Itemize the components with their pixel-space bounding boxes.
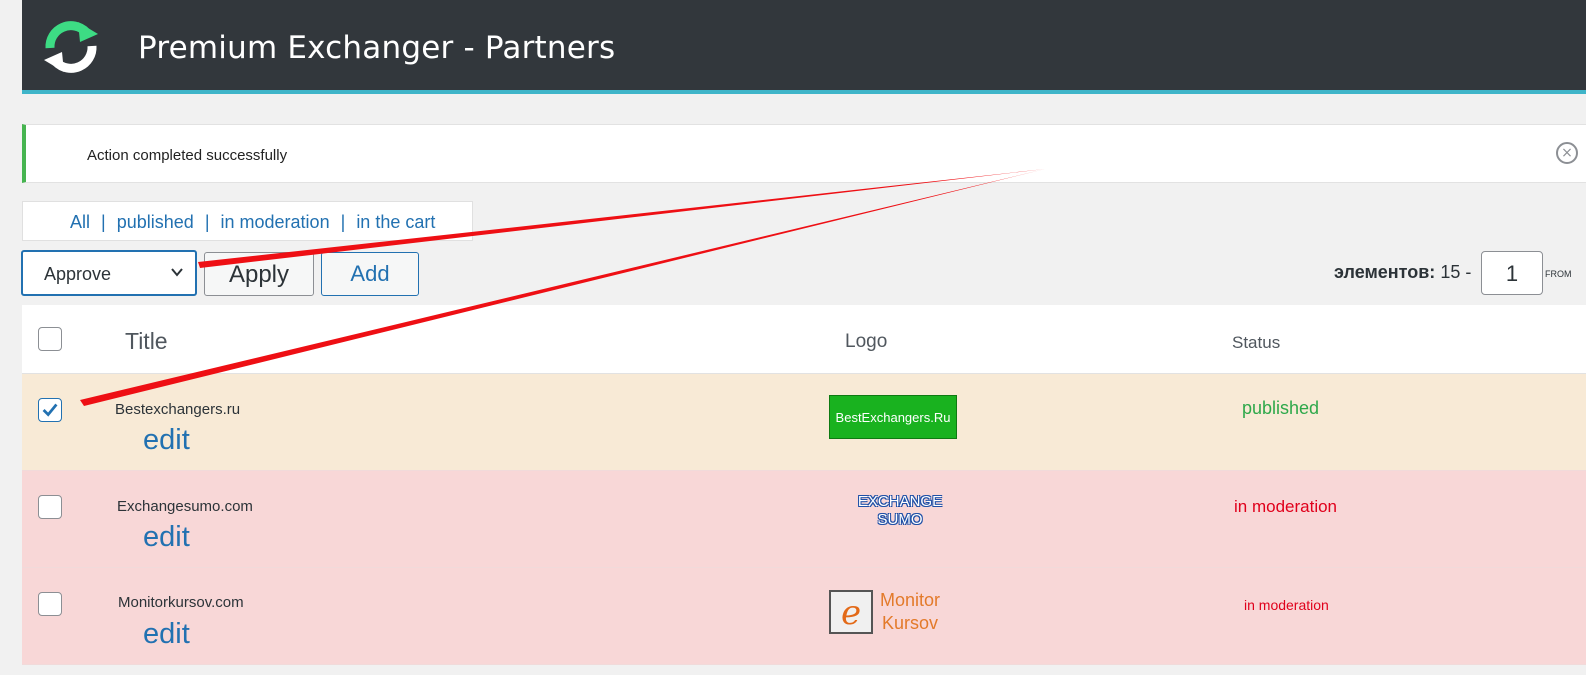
edit-link[interactable]: edit	[143, 618, 190, 651]
column-title[interactable]: Title	[125, 328, 168, 355]
row-title: Exchangesumo.com	[117, 498, 253, 515]
admin-header: Premium Exchanger - Partners	[22, 0, 1586, 94]
svg-text:e: e	[841, 593, 861, 633]
column-logo: Logo	[845, 331, 888, 352]
row-checkbox[interactable]	[38, 495, 62, 519]
partner-logo: EXCHANGE SUMO	[844, 493, 956, 537]
apply-button[interactable]: Apply	[204, 252, 314, 296]
table-row: Monitorkursov.com edit e Monitor Kursov …	[22, 568, 1586, 665]
partner-logo: e Monitor Kursov	[829, 588, 947, 638]
partners-table: Title Logo Status Bestexchangers.ru edit…	[22, 305, 1586, 665]
row-checkbox[interactable]	[38, 398, 62, 422]
select-all-checkbox[interactable]	[38, 327, 62, 351]
separator: |	[101, 212, 106, 232]
filter-all-link[interactable]: All	[70, 212, 90, 232]
success-notice: Action completed successfully ×	[22, 124, 1586, 183]
status-badge: in moderation	[1234, 497, 1338, 516]
separator: |	[204, 212, 210, 232]
filter-moderation-link[interactable]: in moderation	[221, 212, 330, 232]
row-title: Bestexchangers.ru	[115, 401, 241, 418]
status-filter-links: All | published | in moderation | in the…	[22, 201, 473, 241]
partner-logo: BestExchangers.Ru	[829, 395, 957, 439]
items-count-value: 15 -	[1440, 262, 1472, 282]
table-header: Title Logo Status	[22, 305, 1586, 374]
items-count-label: элементов:	[1334, 262, 1436, 282]
status-badge: in moderation	[1244, 597, 1329, 613]
table-row: Bestexchangers.ru edit BestExchangers.Ru…	[22, 374, 1586, 471]
edit-link[interactable]: edit	[143, 424, 190, 457]
column-status: Status	[1232, 333, 1281, 352]
row-title: Monitorkursov.com	[118, 594, 244, 611]
logo-line: EXCHANGE	[857, 493, 943, 510]
e-logo-icon: e	[829, 590, 873, 634]
notice-message: Action completed successfully	[87, 147, 288, 164]
checkmark-icon	[42, 403, 58, 417]
current-page-input[interactable]: 1	[1481, 251, 1543, 295]
page-title: Premium Exchanger - Partners	[138, 30, 616, 66]
logo-line: SUMO	[877, 511, 923, 528]
status-badge: published	[1242, 398, 1320, 418]
table-row: Exchangesumo.com edit EXCHANGE SUMO in m…	[22, 471, 1586, 568]
row-checkbox[interactable]	[38, 592, 62, 616]
logo-line: Monitor	[879, 590, 941, 610]
logo-line: Kursov	[881, 613, 939, 633]
close-icon[interactable]: ×	[1556, 142, 1578, 164]
filter-published-link[interactable]: published	[117, 212, 194, 232]
bulk-action-value: Approve	[44, 264, 112, 284]
filter-cart-link[interactable]: in the cart	[356, 212, 435, 232]
add-button[interactable]: Add	[321, 252, 419, 296]
refresh-arrows-icon	[44, 21, 98, 73]
items-count: элементов: 15 -	[1334, 262, 1471, 283]
edit-link[interactable]: edit	[143, 521, 190, 554]
separator: |	[340, 212, 346, 232]
chevron-down-icon	[171, 268, 183, 277]
pager-from-label: FROM	[1545, 269, 1572, 279]
bulk-action-select[interactable]: Approve	[21, 250, 197, 296]
logo-text: BestExchangers.Ru	[835, 410, 951, 425]
